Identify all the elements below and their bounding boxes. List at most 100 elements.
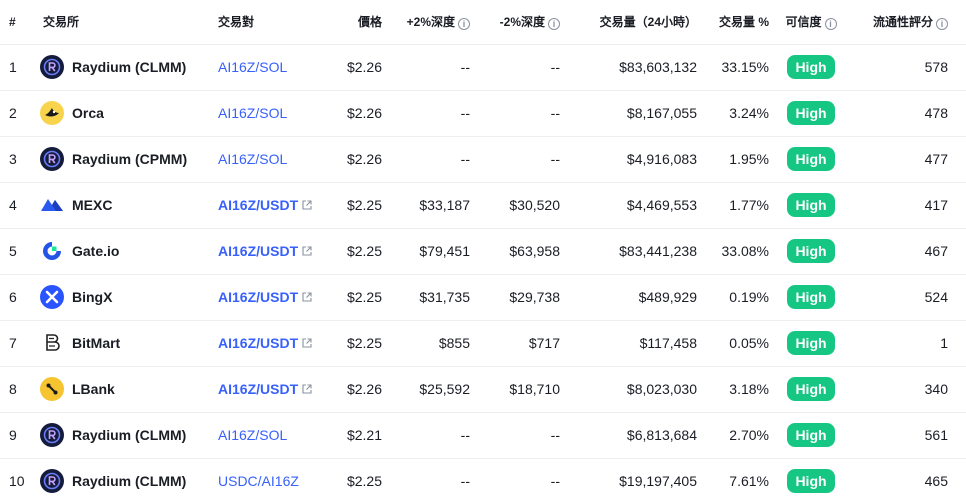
exchange-name[interactable]: LBank bbox=[72, 381, 115, 397]
header-liquidity[interactable]: 流通性評分 i bbox=[853, 0, 966, 44]
lbank-logo bbox=[40, 377, 64, 401]
exchange-name[interactable]: Gate.io bbox=[72, 243, 119, 259]
rank-cell: 7 bbox=[9, 335, 17, 351]
liquidity-cell: 524 bbox=[924, 289, 948, 305]
depth-plus-cell: $855 bbox=[438, 335, 470, 351]
confidence-badge: High bbox=[787, 147, 835, 171]
depth-plus-cell: -- bbox=[460, 427, 470, 443]
exchange-cell[interactable]: Orca bbox=[32, 90, 218, 136]
orca-logo bbox=[40, 101, 64, 125]
table-row[interactable]: 3 Raydium (CPMM) AI16Z/SOL $2.26 -- -- $… bbox=[0, 136, 966, 182]
exchange-cell[interactable]: Raydium (CLMM) bbox=[32, 412, 218, 458]
pair-link[interactable]: AI16Z/USDT bbox=[218, 381, 298, 397]
pair-cell[interactable]: AI16Z/SOL bbox=[218, 136, 330, 182]
table-row[interactable]: 4 MEXC AI16Z/USDT $2.25 $33,187 $30,520 … bbox=[0, 182, 966, 228]
raydium-logo bbox=[40, 469, 64, 494]
pair-link[interactable]: AI16Z/USDT bbox=[218, 289, 298, 305]
depth-plus-cell: -- bbox=[460, 151, 470, 167]
exchange-name[interactable]: BingX bbox=[72, 289, 112, 305]
depth-plus-cell: $31,735 bbox=[419, 289, 470, 305]
table-row[interactable]: 8 LBank AI16Z/USDT $2.26 $25,592 $18,710… bbox=[0, 366, 966, 412]
exchange-name[interactable]: Raydium (CLMM) bbox=[72, 59, 186, 75]
info-icon[interactable]: i bbox=[936, 18, 948, 31]
volume-cell: $8,167,055 bbox=[626, 105, 697, 121]
rank-cell: 4 bbox=[9, 197, 17, 213]
gateio-logo bbox=[40, 239, 64, 263]
exchange-cell[interactable]: Gate.io bbox=[32, 228, 218, 274]
volume-pct-cell: 3.18% bbox=[729, 381, 769, 397]
pair-cell[interactable]: AI16Z/USDT bbox=[218, 274, 330, 320]
table-row[interactable]: 6 BingX AI16Z/USDT $2.25 $31,735 $29,738… bbox=[0, 274, 966, 320]
exchange-name[interactable]: Raydium (CLMM) bbox=[72, 427, 186, 443]
table-row[interactable]: 5 Gate.io AI16Z/USDT $2.25 $79,451 $63,9… bbox=[0, 228, 966, 274]
pair-cell[interactable]: AI16Z/SOL bbox=[218, 44, 330, 90]
depth-minus-cell: -- bbox=[550, 473, 560, 490]
header-exchange[interactable]: 交易所 bbox=[32, 0, 218, 44]
header-confidence[interactable]: 可信度 i bbox=[769, 0, 853, 44]
header-rank[interactable]: # bbox=[0, 0, 32, 44]
depth-minus-cell: -- bbox=[550, 59, 560, 75]
header-depth-minus[interactable]: -2%深度 i bbox=[472, 0, 560, 44]
table-row[interactable]: 10 Raydium (CLMM) USDC/AI16Z $2.25 -- --… bbox=[0, 458, 966, 500]
pair-cell[interactable]: AI16Z/SOL bbox=[218, 90, 330, 136]
exchange-cell[interactable]: BingX bbox=[32, 274, 218, 320]
header-depth-plus[interactable]: +2%深度 i bbox=[382, 0, 472, 44]
volume-cell: $8,023,030 bbox=[626, 381, 697, 397]
pair-link[interactable]: AI16Z/SOL bbox=[218, 59, 287, 75]
volume-cell: $4,469,553 bbox=[626, 197, 697, 213]
info-icon[interactable]: i bbox=[458, 18, 470, 31]
info-icon[interactable]: i bbox=[548, 18, 560, 31]
exchange-cell[interactable]: Raydium (CLMM) bbox=[32, 44, 218, 90]
pair-link[interactable]: AI16Z/USDT bbox=[218, 335, 298, 351]
external-link-icon[interactable] bbox=[302, 289, 312, 305]
price-cell: $2.25 bbox=[346, 243, 382, 259]
table-row[interactable]: 1 Raydium (CLMM) AI16Z/SOL $2.26 -- -- $… bbox=[0, 44, 966, 90]
pair-cell[interactable]: AI16Z/USDT bbox=[218, 320, 330, 366]
pair-link[interactable]: AI16Z/USDT bbox=[218, 243, 298, 259]
table-row[interactable]: 9 Raydium (CLMM) AI16Z/SOL $2.21 -- -- $… bbox=[0, 412, 966, 458]
markets-table: # 交易所 交易對 價格 +2%深度 i -2%深度 i 交易量（24小時） 交易量… bbox=[0, 0, 966, 500]
pair-cell[interactable]: AI16Z/SOL bbox=[218, 412, 330, 458]
table-row[interactable]: 7 BitMart AI16Z/USDT $2.25 $855 $717 $11… bbox=[0, 320, 966, 366]
exchange-name[interactable]: Orca bbox=[72, 105, 104, 121]
price-cell: $2.25 bbox=[346, 335, 382, 351]
external-link-icon[interactable] bbox=[302, 381, 312, 397]
table-row[interactable]: 2 Orca AI16Z/SOL $2.26 -- -- $8,167,055 … bbox=[0, 90, 966, 136]
exchange-name[interactable]: Raydium (CPMM) bbox=[72, 151, 187, 167]
pair-link[interactable]: AI16Z/USDT bbox=[218, 197, 298, 213]
exchange-name[interactable]: BitMart bbox=[72, 335, 120, 351]
exchange-cell[interactable]: BitMart bbox=[32, 320, 218, 366]
pair-cell[interactable]: USDC/AI16Z bbox=[218, 458, 330, 500]
exchange-name[interactable]: Raydium (CLMM) bbox=[72, 473, 186, 489]
liquidity-cell: 477 bbox=[924, 151, 948, 167]
header-volume[interactable]: 交易量（24小時） bbox=[560, 0, 697, 44]
header-volume-pct[interactable]: 交易量 % bbox=[697, 0, 769, 44]
external-link-icon[interactable] bbox=[302, 243, 312, 259]
header-pair[interactable]: 交易對 bbox=[218, 0, 330, 44]
pair-link[interactable]: AI16Z/SOL bbox=[218, 151, 287, 167]
pair-cell[interactable]: AI16Z/USDT bbox=[218, 228, 330, 274]
confidence-badge: High bbox=[787, 377, 835, 401]
pair-cell[interactable]: AI16Z/USDT bbox=[218, 182, 330, 228]
volume-pct-cell: 7.61% bbox=[729, 473, 769, 490]
exchange-name[interactable]: MEXC bbox=[72, 197, 112, 213]
volume-pct-cell: 3.24% bbox=[729, 105, 769, 121]
exchange-cell[interactable]: MEXC bbox=[32, 182, 218, 228]
info-icon[interactable]: i bbox=[824, 18, 837, 31]
pair-link[interactable]: USDC/AI16Z bbox=[218, 473, 299, 489]
depth-plus-cell: -- bbox=[460, 59, 470, 75]
liquidity-cell: 417 bbox=[924, 197, 948, 213]
exchange-cell[interactable]: Raydium (CPMM) bbox=[32, 136, 218, 182]
liquidity-cell: 467 bbox=[924, 243, 948, 259]
header-price[interactable]: 價格 bbox=[330, 0, 382, 44]
external-link-icon[interactable] bbox=[302, 335, 312, 351]
pair-cell[interactable]: AI16Z/USDT bbox=[218, 366, 330, 412]
exchange-cell[interactable]: LBank bbox=[32, 366, 218, 412]
confidence-cell: High bbox=[769, 320, 853, 366]
exchange-cell[interactable]: Raydium (CLMM) bbox=[32, 458, 218, 500]
volume-pct-cell: 1.95% bbox=[729, 151, 769, 167]
external-link-icon[interactable] bbox=[302, 197, 312, 213]
pair-link[interactable]: AI16Z/SOL bbox=[218, 427, 287, 443]
price-cell: $2.26 bbox=[346, 381, 382, 397]
pair-link[interactable]: AI16Z/SOL bbox=[218, 105, 287, 121]
